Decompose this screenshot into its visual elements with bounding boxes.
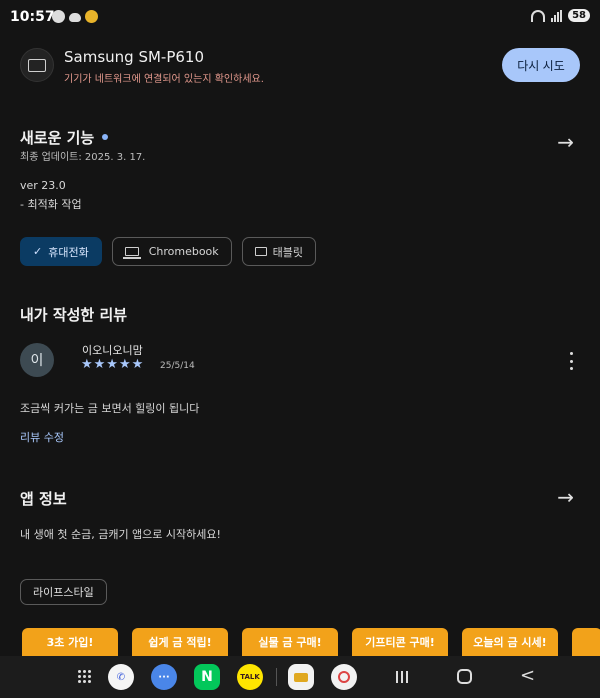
chip-phone[interactable]: ✓ 휴대전화	[20, 237, 102, 266]
whats-new-arrow-icon[interactable]: →	[557, 130, 574, 154]
tablet-icon	[254, 247, 267, 256]
last-updated: 최종 업데이트: 2025. 3. 17.	[20, 152, 146, 163]
device-row: Samsung SM-P610 기기가 네트워크에 연결되어 있는지 확인하세요…	[20, 46, 580, 86]
phone-app-icon[interactable]: ✆	[108, 664, 134, 690]
chip-chromebook-label: Chromebook	[148, 245, 219, 258]
gold-app-icon[interactable]	[288, 664, 314, 690]
retry-button[interactable]: 다시 시도	[502, 48, 580, 82]
whats-new-title[interactable]: 새로운 기능	[20, 127, 109, 148]
check-icon: ✓	[33, 245, 43, 258]
device-name: Samsung SM-P610	[64, 48, 204, 66]
device-avatar	[20, 48, 54, 82]
update-note: - 최적화 작업	[20, 198, 82, 211]
messages-app-icon[interactable]: ···	[151, 664, 177, 690]
notification-icons	[52, 10, 98, 23]
chip-chromebook[interactable]: Chromebook	[111, 237, 232, 266]
status-bar: 10:57 58	[0, 0, 600, 36]
app-drawer-icon[interactable]	[78, 670, 91, 683]
shield-app-icon[interactable]	[331, 664, 357, 690]
app-notification-icon	[85, 10, 98, 23]
star-rating: ★★★★★	[81, 357, 145, 372]
status-time: 10:57	[10, 9, 55, 25]
version-text: ver 23.0	[20, 179, 66, 192]
chip-tablet-label: 태블릿	[272, 245, 304, 259]
chip-tablet[interactable]: 태블릿	[241, 237, 317, 266]
system-icons: 58	[531, 9, 590, 22]
review-date: 25/5/14	[160, 361, 195, 371]
app-description: 내 생애 첫 순금, 금캐기 앱으로 시작하세요!	[20, 528, 221, 541]
more-options-icon[interactable]	[568, 352, 574, 370]
app-info-title[interactable]: 앱 정보	[20, 488, 67, 509]
back-button[interactable]: <	[520, 665, 535, 686]
message-notification-icon	[52, 10, 65, 23]
navigation-bar: ✆ ··· N TALK <	[0, 656, 600, 698]
category-chip[interactable]: 라이프스타일	[20, 579, 107, 605]
app-info-arrow-icon[interactable]: →	[557, 485, 574, 509]
device-error-message: 기기가 네트워크에 연결되어 있는지 확인하세요.	[64, 74, 264, 85]
cloud-notification-icon	[69, 13, 81, 22]
tablet-icon	[28, 58, 46, 72]
my-review-title: 내가 작성한 리뷰	[20, 306, 128, 324]
chip-phone-label: 휴대전화	[48, 245, 89, 259]
taskbar-divider	[276, 668, 277, 686]
review-text: 조금씩 커가는 금 보면서 힐링이 됩니다	[20, 402, 200, 415]
edit-review-link[interactable]: 리뷰 수정	[20, 429, 64, 445]
device-type-chips: ✓ 휴대전화 Chromebook 태블릿	[20, 237, 317, 266]
home-button[interactable]	[457, 669, 472, 684]
kakaotalk-app-icon[interactable]: TALK	[237, 664, 263, 690]
new-indicator-dot	[102, 134, 109, 140]
signal-icon	[551, 9, 563, 22]
recent-apps-button[interactable]	[396, 671, 408, 683]
whats-new-title-text: 새로운 기능	[20, 129, 95, 147]
laptop-icon	[122, 247, 141, 259]
reviewer-name: 이오니오니맘	[82, 344, 143, 357]
avatar: 이	[20, 343, 54, 377]
battery-icon: 58	[568, 9, 590, 22]
wifi-icon	[531, 9, 546, 22]
naver-app-icon[interactable]: N	[194, 664, 220, 690]
